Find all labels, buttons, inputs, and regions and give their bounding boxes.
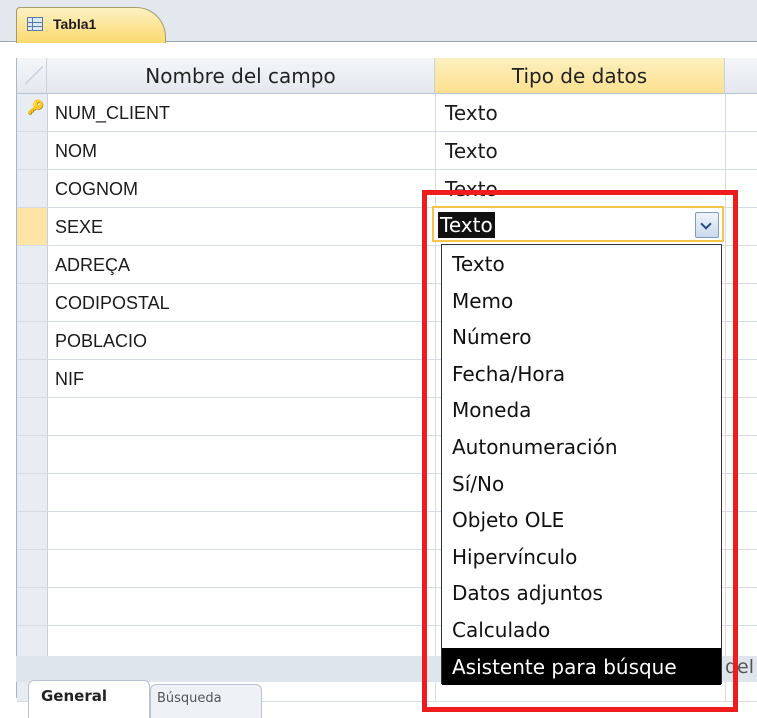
row-selector[interactable] [17, 284, 48, 321]
column-header-data-type[interactable]: Tipo de datos [435, 58, 725, 94]
row-selector[interactable] [17, 132, 48, 169]
field-name-cell[interactable]: SEXE [55, 208, 103, 246]
row-selector[interactable] [17, 436, 48, 473]
row-selector[interactable] [17, 588, 48, 625]
row-selector[interactable] [17, 360, 48, 397]
table-row[interactable]: 🔑 NUM_CLIENT Texto [17, 94, 757, 132]
field-name-cell[interactable]: POBLACIO [55, 322, 147, 360]
table-row[interactable]: NOM Texto [17, 132, 757, 170]
column-header-description[interactable] [725, 58, 757, 94]
row-selector[interactable] [17, 550, 48, 587]
row-selector[interactable] [17, 322, 48, 359]
row-selector[interactable] [17, 512, 48, 549]
column-header-field-name[interactable]: Nombre del campo [47, 58, 435, 94]
row-selector[interactable] [17, 398, 48, 435]
row-selector[interactable] [17, 474, 48, 511]
tab-label: Tabla1 [53, 16, 97, 32]
data-type-cell[interactable]: Texto [445, 132, 498, 170]
tab-tabla1[interactable]: Tabla1 [16, 7, 166, 43]
data-type-cell[interactable]: Texto [445, 94, 498, 132]
field-name-cell[interactable]: NUM_CLIENT [55, 94, 170, 132]
table-icon [27, 17, 43, 31]
primary-key-icon: 🔑 [27, 100, 45, 116]
row-selector[interactable]: 🔑 [17, 94, 48, 131]
field-name-cell[interactable]: CODIPOSTAL [55, 284, 170, 322]
row-selector[interactable] [17, 208, 48, 245]
field-name-cell[interactable]: ADREÇA [55, 246, 130, 284]
tab-general[interactable]: General [28, 680, 150, 718]
annotation-highlight-box [422, 190, 738, 712]
select-all-corner[interactable] [17, 58, 47, 94]
field-name-cell[interactable]: COGNOM [55, 170, 138, 208]
field-name-cell[interactable]: NIF [55, 360, 84, 398]
field-name-cell[interactable]: NOM [55, 132, 97, 170]
document-tab-strip: Tabla1 [0, 0, 757, 43]
tab-lookup[interactable]: Búsqueda [150, 684, 262, 718]
row-selector[interactable] [17, 246, 48, 283]
row-selector[interactable] [17, 170, 48, 207]
